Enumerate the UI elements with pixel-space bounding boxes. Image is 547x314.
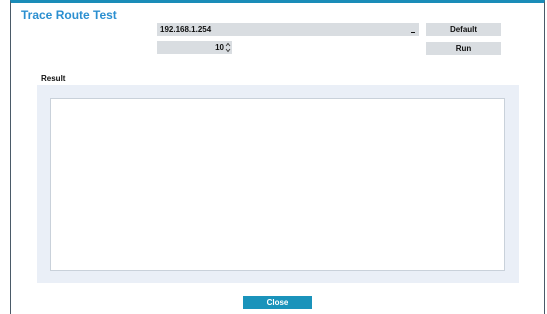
text-cursor-icon	[411, 32, 415, 33]
result-label: Result	[41, 74, 66, 83]
spin-arrows-icon[interactable]	[225, 42, 231, 53]
dialog-title: Trace Route Test	[21, 8, 117, 22]
result-output[interactable]	[50, 98, 505, 271]
trace-route-dialog: Trace Route Test Network Address Default…	[10, 0, 545, 314]
result-panel	[37, 85, 519, 283]
network-address-input[interactable]	[157, 23, 419, 36]
close-button[interactable]: Close	[243, 296, 312, 309]
max-hop-count-value: 10	[215, 43, 224, 52]
max-hop-count-stepper[interactable]: 10	[157, 41, 232, 54]
run-button[interactable]: Run	[426, 42, 501, 55]
default-button[interactable]: Default	[426, 23, 501, 36]
